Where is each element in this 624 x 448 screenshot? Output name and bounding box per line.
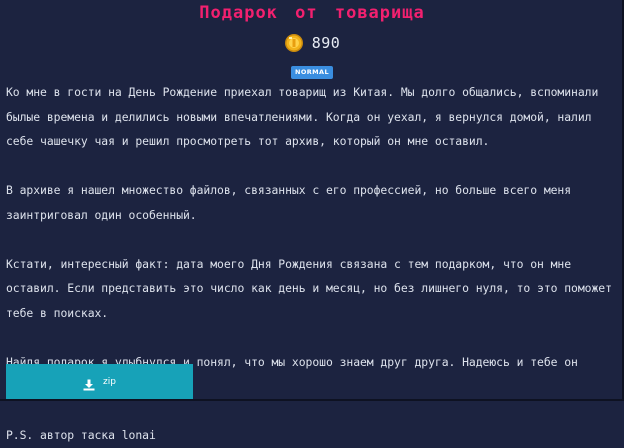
author-note: P.S. автор таска lonai <box>6 428 156 442</box>
download-zip-button[interactable]: zip <box>6 364 193 399</box>
description-paragraph: В архиве я нашел множество файлов, связа… <box>6 183 572 222</box>
challenge-title: Подарок от товарища <box>199 3 425 23</box>
challenge-page: Подарок от товарища 890 NORMAL Ко мне в … <box>0 0 624 442</box>
challenge-points: 890 <box>0 33 624 53</box>
difficulty-badge: NORMAL <box>290 66 333 79</box>
description-paragraph: Кстати, интересный факт: дата моего Дня … <box>6 256 612 320</box>
description-paragraph: Ко мне в гости на День Рождение приехал … <box>6 85 599 148</box>
difficulty-badge-wrap: NORMAL <box>0 66 624 79</box>
points-value: 890 <box>311 34 341 52</box>
download-icon <box>83 376 95 390</box>
coin-icon <box>284 33 304 53</box>
download-label: zip <box>103 376 116 387</box>
